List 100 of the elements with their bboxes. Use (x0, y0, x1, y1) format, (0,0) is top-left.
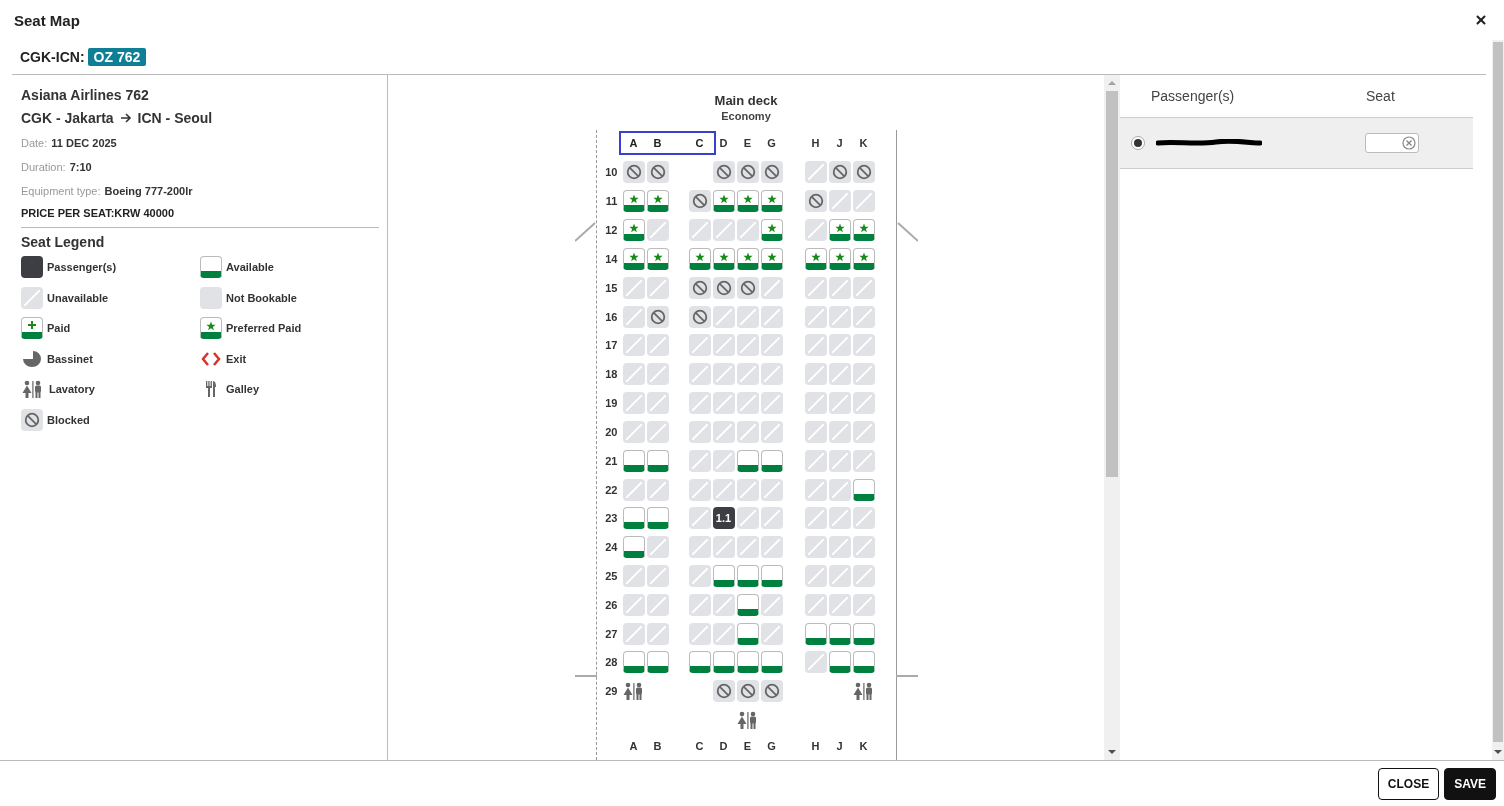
seat[interactable] (760, 219, 783, 242)
seat[interactable] (712, 190, 735, 213)
seat[interactable] (736, 651, 759, 674)
seat (646, 622, 669, 645)
seat (688, 449, 711, 472)
star-icon (206, 321, 216, 331)
seat (688, 219, 711, 242)
star-icon (718, 194, 729, 205)
seat (828, 305, 851, 328)
seat[interactable] (622, 449, 645, 472)
seat[interactable] (760, 247, 783, 270)
seat[interactable] (646, 190, 669, 213)
row-number: 27 (605, 627, 619, 640)
seat[interactable] (646, 507, 669, 530)
column-header: Seat (1366, 88, 1396, 104)
seat (646, 478, 669, 501)
seat (688, 507, 711, 530)
seat[interactable] (646, 247, 669, 270)
save-button[interactable]: SAVE (1444, 767, 1496, 800)
column-letter: H (811, 137, 820, 149)
seat[interactable] (622, 507, 645, 530)
scrollbar[interactable] (1492, 40, 1504, 760)
seat-field[interactable] (1365, 133, 1419, 153)
legend-label: Lavatory (49, 383, 95, 395)
close-button[interactable]: CLOSE (1377, 767, 1440, 800)
seat[interactable] (712, 247, 735, 270)
seat (828, 478, 851, 501)
seat[interactable] (760, 449, 783, 472)
seat[interactable] (828, 247, 851, 270)
seat (804, 449, 827, 472)
caret-down-icon[interactable] (1108, 748, 1116, 756)
seat[interactable] (736, 190, 759, 213)
seat (736, 392, 759, 415)
seat[interactable] (688, 651, 711, 674)
clear-icon[interactable] (1402, 136, 1416, 150)
column-letter: J (836, 739, 843, 752)
seat (622, 622, 645, 645)
seat[interactable] (622, 247, 645, 270)
seat[interactable] (852, 651, 875, 674)
seat (804, 305, 827, 328)
caret-down-icon[interactable] (1494, 748, 1502, 756)
seat (828, 420, 851, 443)
column-letter: G (767, 739, 776, 752)
radio-button[interactable] (1131, 136, 1145, 150)
seat (804, 334, 827, 357)
column-letter: B (653, 739, 662, 752)
seat[interactable] (736, 449, 759, 472)
seat[interactable] (622, 651, 645, 674)
seat (804, 420, 827, 443)
seat (622, 478, 645, 501)
seat[interactable] (736, 565, 759, 587)
column-letter: A (629, 739, 638, 752)
seat (804, 392, 827, 415)
seat[interactable] (852, 219, 875, 242)
seat (736, 536, 759, 559)
star-icon (652, 194, 663, 205)
seat[interactable] (200, 256, 222, 278)
seat[interactable] (828, 622, 851, 645)
flight-number-badge: OZ 762 (87, 48, 147, 66)
seat[interactable] (622, 190, 645, 213)
seat[interactable] (828, 219, 851, 242)
seat[interactable] (852, 247, 875, 270)
seat (852, 276, 875, 299)
seat[interactable] (688, 247, 711, 270)
row-number: 16 (605, 310, 619, 323)
seat[interactable] (852, 622, 875, 645)
seat[interactable] (646, 651, 669, 674)
seat[interactable] (712, 565, 735, 587)
seat (21, 286, 43, 309)
seat (760, 363, 783, 386)
seat[interactable] (21, 317, 43, 339)
seat[interactable] (736, 622, 759, 645)
star-icon (766, 223, 777, 234)
seat[interactable] (760, 565, 783, 587)
seat[interactable] (804, 247, 827, 270)
scrollbar[interactable] (1104, 75, 1120, 760)
seat[interactable] (200, 317, 222, 339)
seat[interactable] (852, 478, 875, 501)
seat (760, 507, 783, 530)
seat (712, 392, 735, 415)
seat (828, 363, 851, 386)
seat[interactable] (760, 651, 783, 674)
column-letter: K (859, 739, 868, 752)
seat (804, 161, 827, 184)
price-text: PRICE PER SEAT:KRW 40000 (21, 206, 176, 221)
seat[interactable] (622, 219, 645, 242)
seat[interactable] (712, 651, 735, 674)
seat[interactable] (622, 536, 645, 559)
seat[interactable] (646, 449, 669, 472)
legend-label: Bassinet (47, 352, 93, 365)
column-letter: H (811, 739, 820, 752)
seat[interactable] (736, 593, 759, 616)
seat[interactable] (736, 247, 759, 270)
close-icon[interactable] (1474, 13, 1488, 27)
column-letter: K (859, 137, 868, 149)
seat[interactable] (804, 622, 827, 645)
seat[interactable] (760, 190, 783, 213)
seat (760, 420, 783, 443)
seat[interactable] (828, 651, 851, 674)
star-icon (628, 223, 639, 234)
